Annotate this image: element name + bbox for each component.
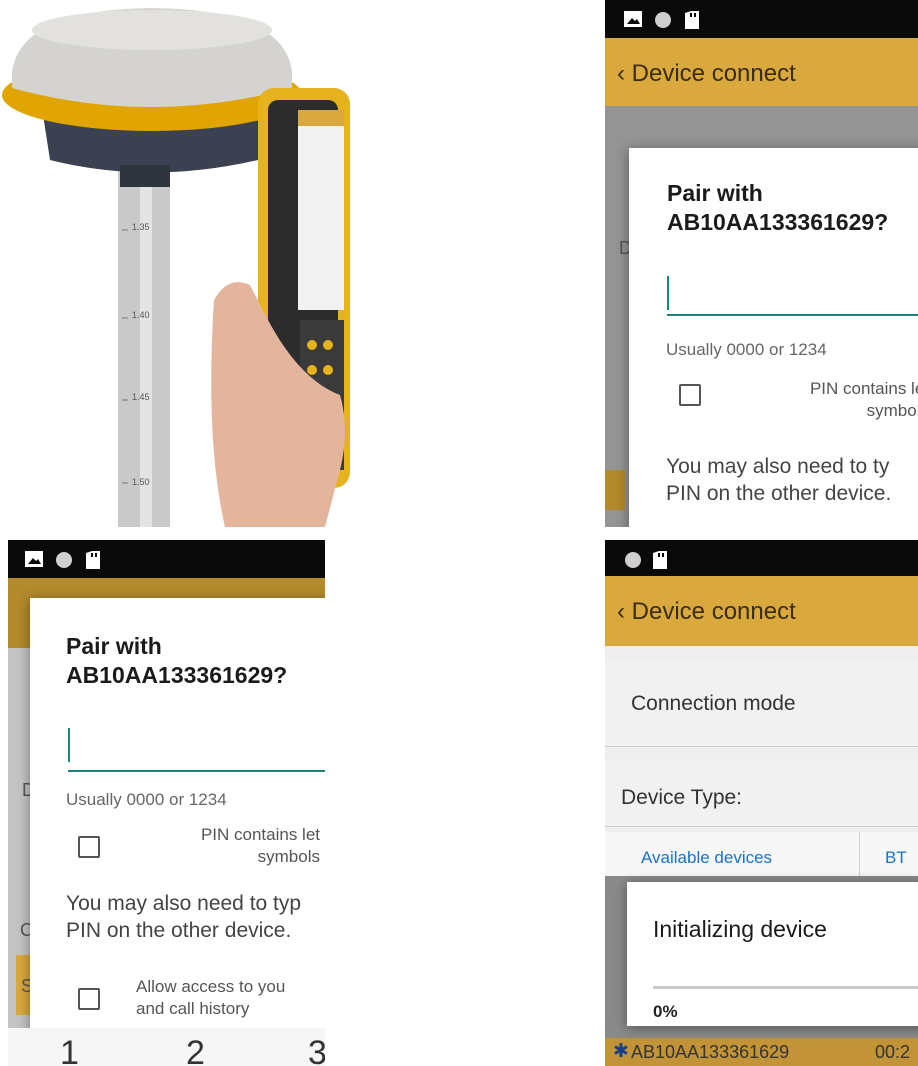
app-bar: ‹ Device connect [605,38,918,106]
scale-mark: 1.45 [132,392,150,402]
dialog-title: Initializing device [653,916,827,942]
scale-mark: 1.50 [132,477,150,487]
gnss-receiver-illustration: 1.35 1.40 1.45 1.50 [2,8,350,527]
text-cursor [667,276,669,310]
screenshot-pair-dialog-top: ‹ Device connect D Pair with AB10AA13336… [605,0,918,527]
pin-note: You may also need to typ PIN on the othe… [66,892,302,942]
record-icon [625,552,641,568]
connection-mode-row[interactable]: Connection mode [605,660,918,747]
scale-mark: 1.40 [132,310,150,320]
text-cursor [68,728,70,762]
sd-card-icon [86,551,100,569]
device-address: 00:2 [875,1042,911,1062]
status-bar [605,0,918,38]
pin-letters-label: PIN contains let symbols [809,379,918,420]
record-icon [655,12,671,28]
numeric-keypad: 1 2 3 [8,1028,325,1066]
device-tabs: Available devices BT [605,832,918,876]
tab-available-devices[interactable]: Available devices [641,848,772,868]
pair-dialog: Pair with AB10AA133361629? Usually 0000 … [30,598,325,1038]
device-name: AB10AA133361629 [631,1042,790,1062]
key-2[interactable]: 2 [186,1034,205,1066]
page-title[interactable]: ‹ Device connect [617,60,796,88]
device-type-row[interactable]: Device Type: [605,760,918,827]
back-chevron-icon[interactable]: ‹ [617,598,625,625]
pin-letters-checkbox[interactable] [679,384,701,406]
app-bar: ‹ Device connect [605,576,918,646]
device-list-row[interactable]: ✱ AB10AA133361629 00:2 [605,1038,918,1066]
bluetooth-icon: ✱ [613,1041,629,1062]
allow-access-label: Allow access to you and call history [136,977,286,1018]
pair-dialog: Pair with AB10AA133361629? Usually 0000 … [629,148,918,527]
screenshot-initializing: ‹ Device connect Connection mode Device … [605,540,918,1066]
key-3[interactable]: 3 [308,1034,325,1066]
status-bar [605,540,918,576]
pin-hint: Usually 0000 or 1234 [666,340,827,359]
product-photo: 1.35 1.40 1.45 1.50 [0,0,355,527]
pin-input[interactable] [68,770,325,772]
sd-card-icon [653,551,667,569]
record-icon [56,552,72,568]
list-row-fragment [605,470,625,510]
allow-access-checkbox[interactable] [78,988,100,1010]
initializing-dialog: Initializing device 0% [627,882,918,1026]
image-icon [25,551,43,567]
gnss-antenna [2,8,302,187]
screenshot-pair-dialog-bottom: D C S Pair with AB10AA133361629? Usually… [8,540,325,1066]
pin-note: You may also need to ty PIN on the other… [666,455,892,505]
back-chevron-icon[interactable]: ‹ [617,60,625,87]
page-title[interactable]: ‹ Device connect [617,598,796,626]
pin-letters-checkbox[interactable] [78,836,100,858]
pin-input[interactable] [667,314,918,316]
dialog-title: Pair with AB10AA133361629? [66,633,288,688]
tab-bt[interactable]: BT [885,848,907,868]
pin-letters-label: PIN contains let symbols [200,825,320,866]
image-icon [624,11,642,27]
key-1[interactable]: 1 [60,1034,79,1066]
progress-bar [653,986,918,989]
sd-card-icon [685,11,699,29]
dialog-title: Pair with AB10AA133361629? [667,180,889,235]
progress-percent: 0% [653,1002,678,1021]
status-bar [8,540,325,578]
scale-mark: 1.35 [132,222,150,232]
pin-hint: Usually 0000 or 1234 [66,790,227,809]
